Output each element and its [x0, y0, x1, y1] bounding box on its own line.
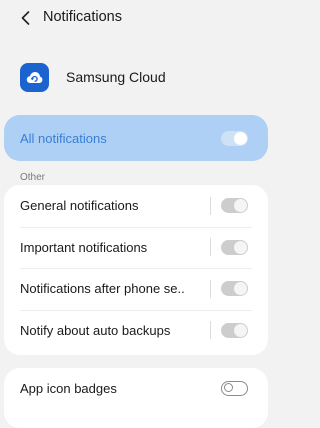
notification-categories-card: General notifications Important notifica… — [4, 185, 268, 355]
app-icon-badges-label: App icon badges — [20, 381, 117, 397]
app-icon-badges-card: App icon badges — [4, 368, 268, 428]
chevron-left-icon — [21, 11, 29, 25]
top-bar: Notifications — [0, 0, 272, 34]
app-icon-badges-row[interactable]: App icon badges — [4, 368, 268, 410]
divider — [210, 238, 211, 257]
toggle-knob — [234, 323, 247, 337]
category-row-important[interactable]: Important notifications — [4, 226, 268, 269]
toggle-knob — [234, 240, 247, 254]
divider — [210, 279, 211, 298]
toggle-knob — [234, 199, 247, 213]
app-name: Samsung Cloud — [66, 69, 166, 85]
app-icon-badges-toggle[interactable] — [221, 381, 248, 397]
category-label: Notify about auto backups — [20, 322, 171, 338]
category-label: Notifications after phone se.. — [20, 281, 185, 297]
category-toggle[interactable] — [221, 322, 248, 338]
category-toggle[interactable] — [221, 281, 248, 297]
divider — [210, 196, 211, 215]
category-label: Important notifications — [20, 239, 148, 255]
toggle-knob — [234, 131, 247, 145]
page-title: Notifications — [43, 9, 122, 25]
all-notifications-label: All notifications — [20, 130, 107, 146]
section-header-other: Other — [20, 172, 46, 183]
category-row-auto-backups[interactable]: Notify about auto backups — [4, 309, 268, 352]
toggle-knob — [234, 282, 247, 296]
divider — [210, 321, 211, 340]
category-row-general[interactable]: General notifications — [4, 185, 268, 227]
back-button[interactable] — [18, 11, 32, 25]
category-toggle[interactable] — [221, 239, 248, 255]
category-row-after-phone-setup[interactable]: Notifications after phone se.. — [4, 268, 268, 310]
all-notifications-toggle[interactable] — [221, 130, 248, 146]
all-notifications-row[interactable]: All notifications — [4, 115, 268, 161]
toggle-knob — [223, 383, 233, 393]
samsung-cloud-icon — [20, 62, 49, 92]
category-label: General notifications — [20, 198, 139, 214]
category-toggle[interactable] — [221, 198, 248, 214]
app-info-row: Samsung Cloud — [0, 58, 272, 96]
